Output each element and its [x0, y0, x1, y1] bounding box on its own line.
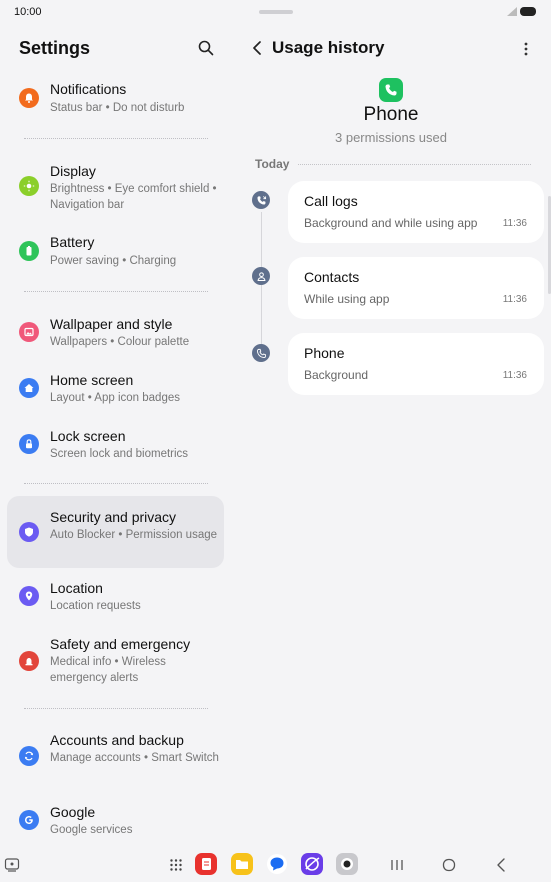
permission-entry-title: Contacts — [304, 269, 360, 285]
camera-app-icon[interactable] — [336, 853, 358, 875]
settings-item-subtitle: Layout • App icon badges — [50, 392, 180, 404]
notifications-icon — [19, 88, 39, 108]
settings-item-notifications[interactable]: Notifications Status bar • Do not distur… — [7, 75, 224, 123]
settings-item-title: Lock screen — [50, 428, 126, 444]
settings-title: Settings — [19, 38, 91, 58]
settings-item-subtitle: Google services — [50, 824, 133, 836]
shield-icon — [19, 522, 39, 542]
status-bar: 10:00 — [0, 0, 551, 24]
settings-item-battery[interactable]: Battery Power saving • Charging — [7, 228, 224, 276]
settings-item-google[interactable]: Google Google services — [7, 800, 224, 848]
settings-item-title: Home screen — [50, 372, 134, 388]
settings-item-display[interactable]: Display Brightness • Eye comfort shield … — [7, 156, 224, 218]
lock-icon — [19, 434, 39, 454]
search-icon[interactable] — [198, 40, 214, 56]
settings-item-subtitle: Screen lock and biometrics — [50, 448, 189, 460]
settings-item-lock-screen[interactable]: Lock screen Screen lock and biometrics — [7, 420, 224, 468]
permission-entry-subtitle: Background — [304, 368, 369, 382]
navigation-bar — [0, 850, 551, 882]
permissions-used-count: 3 permissions used — [335, 130, 447, 145]
messages-app-icon[interactable] — [266, 853, 288, 875]
settings-item-safety-emergency[interactable]: Safety and emergency Medical info • Wire… — [7, 632, 224, 694]
internet-app-icon[interactable] — [301, 853, 323, 875]
settings-item-accounts-backup[interactable]: Accounts and backup Manage accounts • Sm… — [7, 728, 224, 790]
permission-entry-subtitle: Background and while using app — [304, 216, 478, 230]
permission-entry-contacts[interactable]: Contacts While using app 11:36 — [288, 257, 544, 319]
recent-apps-icon[interactable] — [389, 858, 405, 872]
battery-icon — [520, 7, 536, 16]
permission-entry-time: 11:36 — [502, 218, 527, 229]
settings-item-subtitle: Power saving • Charging — [50, 255, 177, 267]
settings-item-subtitle: Status bar • Do not disturb — [50, 102, 185, 114]
settings-item-wallpaper[interactable]: Wallpaper and style Wallpapers • Colour … — [7, 308, 224, 356]
battery-settings-icon — [19, 241, 39, 261]
apps-grid-icon[interactable] — [169, 858, 183, 872]
settings-item-title: Location — [50, 580, 103, 596]
settings-item-title: Display — [50, 163, 96, 179]
settings-item-home-screen[interactable]: Home screen Layout • App icon badges — [7, 364, 224, 412]
back-arrow-icon[interactable] — [250, 40, 264, 56]
permission-entry-title: Phone — [304, 345, 345, 361]
settings-item-title: Google — [50, 804, 96, 820]
settings-item-subtitle: Wallpapers • Colour palette — [50, 336, 190, 348]
my-files-app-icon[interactable] — [231, 853, 253, 875]
settings-item-title: Wallpaper and style — [50, 316, 173, 332]
phone-icon — [252, 344, 270, 362]
timeline-line — [261, 212, 262, 362]
display-icon — [19, 176, 39, 196]
settings-item-title: Safety and emergency — [50, 636, 191, 652]
screenshot-keyboard-icon[interactable] — [4, 857, 20, 873]
settings-item-subtitle: Auto Blocker • Permission usage — [50, 529, 218, 541]
settings-item-subtitle: Brightness • Eye comfort shield • Naviga… — [50, 183, 217, 211]
day-label: Today — [255, 157, 290, 171]
phone-app-icon — [379, 78, 403, 102]
call-log-icon — [252, 191, 270, 209]
settings-item-title: Battery — [50, 234, 95, 250]
sync-icon — [19, 746, 39, 766]
settings-item-subtitle: Manage accounts • Smart Switch — [50, 752, 219, 764]
settings-item-subtitle: Location requests — [50, 600, 141, 612]
wallpaper-icon — [19, 322, 39, 342]
permission-entry-phone[interactable]: Phone Background 11:36 — [288, 333, 544, 395]
permission-entry-subtitle: While using app — [304, 292, 390, 306]
settings-pane: Settings Notifications Status bar • Do n… — [0, 24, 230, 850]
permission-entry-time: 11:36 — [502, 294, 527, 305]
home-icon — [19, 378, 39, 398]
divider — [24, 483, 208, 484]
settings-item-title: Accounts and backup — [50, 732, 184, 748]
location-icon — [19, 586, 39, 606]
divider — [24, 291, 208, 292]
status-time: 10:00 — [14, 6, 42, 18]
pane-drag-handle[interactable] — [259, 10, 293, 14]
usage-history-pane: Usage history Phone 3 permissions used T… — [238, 24, 551, 850]
signal-icon — [507, 7, 517, 16]
back-button-icon[interactable] — [494, 857, 508, 873]
settings-item-security-privacy[interactable]: Security and privacy Auto Blocker • Perm… — [7, 496, 224, 568]
home-button-icon[interactable] — [441, 857, 457, 873]
notes-app-icon[interactable] — [195, 853, 217, 875]
permission-entry-title: Call logs — [304, 193, 358, 209]
settings-item-subtitle: Medical info • Wireless emergency alerts — [50, 656, 166, 684]
settings-item-location[interactable]: Location Location requests — [7, 576, 224, 624]
divider — [24, 138, 208, 139]
contacts-icon — [252, 267, 270, 285]
permission-entry-time: 11:36 — [502, 370, 527, 381]
emergency-icon — [19, 651, 39, 671]
settings-item-title: Notifications — [50, 81, 127, 97]
day-divider — [298, 164, 531, 165]
settings-item-title: Security and privacy — [50, 509, 177, 525]
divider — [24, 708, 208, 709]
app-name: Phone — [363, 104, 419, 125]
google-icon — [19, 810, 39, 830]
permission-entry-call-logs[interactable]: Call logs Background and while using app… — [288, 181, 544, 243]
usage-history-title: Usage history — [272, 38, 385, 57]
more-options-icon[interactable] — [521, 41, 531, 57]
